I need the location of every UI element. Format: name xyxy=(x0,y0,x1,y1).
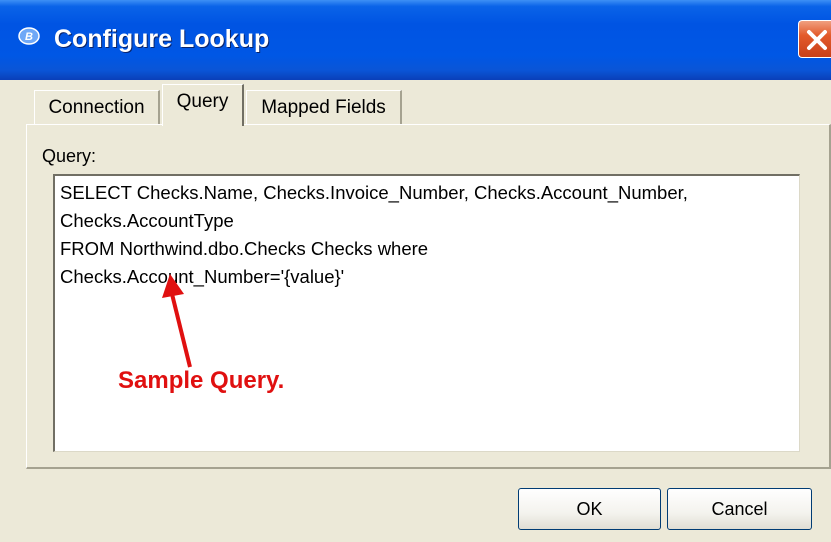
tab-strip: Connection Query Mapped Fields xyxy=(0,80,831,126)
cancel-button[interactable]: Cancel xyxy=(667,488,812,530)
ok-button[interactable]: OK xyxy=(518,488,661,530)
svg-text:B: B xyxy=(25,31,33,43)
query-label: Query: xyxy=(42,146,97,166)
app-logo-icon: B xyxy=(18,27,40,45)
query-text[interactable]: SELECT Checks.Name, Checks.Invoice_Numbe… xyxy=(60,179,688,291)
tab-query[interactable]: Query xyxy=(162,84,244,126)
tab-mapped-fields[interactable]: Mapped Fields xyxy=(246,90,402,124)
tab-connection[interactable]: Connection xyxy=(34,90,160,124)
title-bar[interactable]: B Configure Lookup xyxy=(0,0,831,80)
annotation-label: Sample Query. xyxy=(118,367,285,394)
window-title: Configure Lookup xyxy=(54,25,270,53)
annotation-arrow-icon xyxy=(162,274,192,368)
close-button[interactable] xyxy=(798,20,831,58)
